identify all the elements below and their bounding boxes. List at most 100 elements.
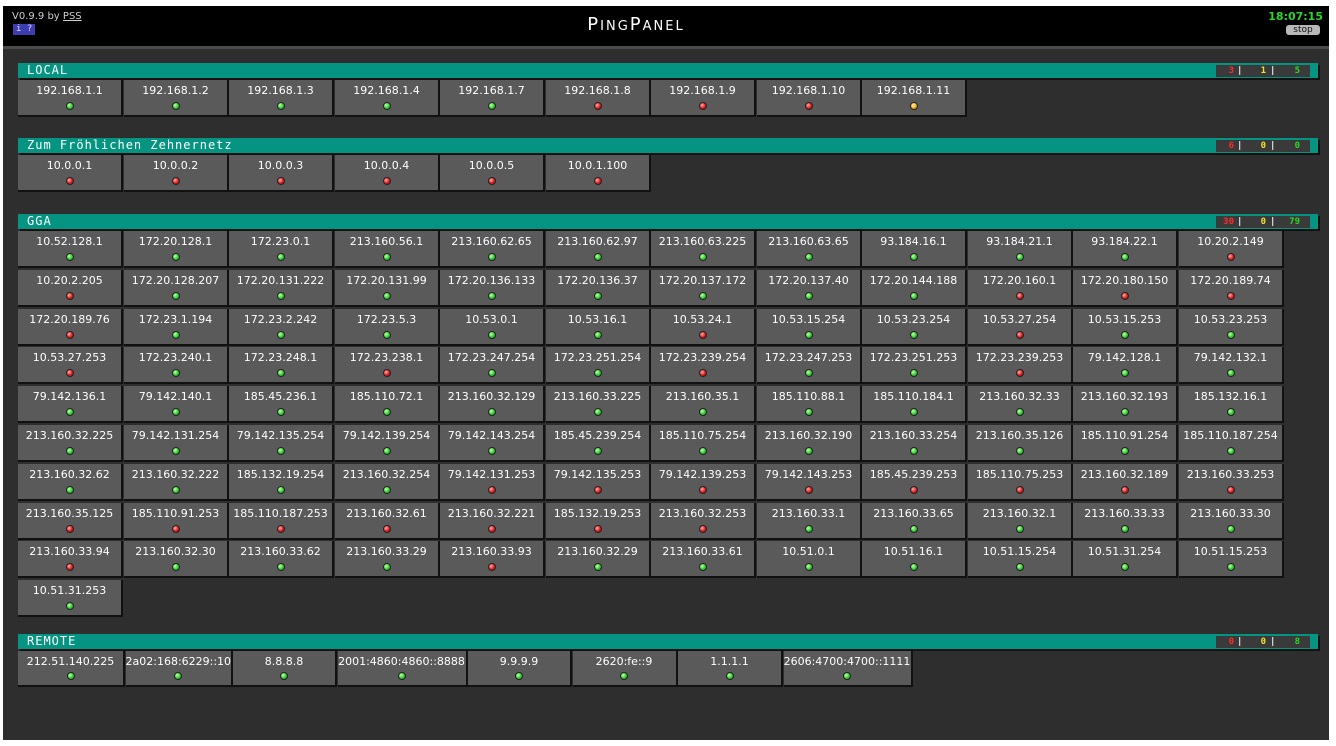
host-tile[interactable]: 79.142.139.254	[335, 425, 440, 463]
host-tile[interactable]: 213.160.32.225	[18, 425, 123, 463]
host-tile[interactable]: 213.160.33.33	[1073, 503, 1178, 541]
host-tile[interactable]: 172.23.2.242	[229, 309, 334, 347]
host-tile[interactable]: 185.110.88.1	[757, 386, 862, 424]
host-tile[interactable]: 10.52.128.1	[18, 231, 123, 269]
host-tile[interactable]: 79.142.135.253	[546, 464, 651, 502]
host-tile[interactable]: 213.160.33.62	[229, 541, 334, 579]
group-header[interactable]: Zum Fröhlichen Zehnernetz 6 0 0 | |	[18, 138, 1318, 153]
host-tile[interactable]: 192.168.1.2	[124, 80, 229, 118]
host-tile[interactable]: 2606:4700:4700::1111	[783, 651, 913, 687]
host-tile[interactable]: 10.53.27.254	[968, 309, 1073, 347]
host-tile[interactable]: 172.23.5.3	[335, 309, 440, 347]
host-tile[interactable]: 213.160.33.94	[18, 541, 123, 579]
host-tile[interactable]: 172.23.240.1	[124, 347, 229, 385]
host-tile[interactable]: 8.8.8.8	[233, 651, 337, 687]
host-tile[interactable]: 213.160.62.65	[440, 231, 545, 269]
host-tile[interactable]: 93.184.21.1	[968, 231, 1073, 269]
host-tile[interactable]: 172.20.180.150	[1073, 270, 1178, 308]
host-tile[interactable]: 185.132.19.254	[229, 464, 334, 502]
host-tile[interactable]: 172.23.239.254	[651, 347, 756, 385]
host-tile[interactable]: 172.23.248.1	[229, 347, 334, 385]
host-tile[interactable]: 172.20.189.76	[18, 309, 123, 347]
group-header[interactable]: LOCAL 3 1 5 | |	[18, 63, 1318, 78]
host-tile[interactable]: 213.160.33.30	[1179, 503, 1284, 541]
host-tile[interactable]: 172.23.0.1	[229, 231, 334, 269]
host-tile[interactable]: 213.160.32.33	[968, 386, 1073, 424]
host-tile[interactable]: 79.142.139.253	[651, 464, 756, 502]
host-tile[interactable]: 79.142.135.254	[229, 425, 334, 463]
host-tile[interactable]: 213.160.63.225	[651, 231, 756, 269]
host-tile[interactable]: 213.160.33.61	[651, 541, 756, 579]
host-tile[interactable]: 192.168.1.4	[335, 80, 440, 118]
host-tile[interactable]: 213.160.32.29	[546, 541, 651, 579]
host-tile[interactable]: 172.20.136.37	[546, 270, 651, 308]
host-tile[interactable]: 10.0.1.100	[546, 155, 651, 193]
host-tile[interactable]: 10.51.31.254	[1073, 541, 1178, 579]
host-tile[interactable]: 10.20.2.149	[1179, 231, 1284, 269]
host-tile[interactable]: 10.51.31.253	[18, 580, 123, 618]
host-tile[interactable]: 172.23.247.254	[440, 347, 545, 385]
host-tile[interactable]: 10.53.15.253	[1073, 309, 1178, 347]
host-tile[interactable]: 185.110.91.254	[1073, 425, 1178, 463]
host-tile[interactable]: 213.160.63.65	[757, 231, 862, 269]
host-tile[interactable]: 172.23.251.254	[546, 347, 651, 385]
host-tile[interactable]: 213.160.32.254	[335, 464, 440, 502]
scrollbar[interactable]	[1329, 0, 1336, 746]
host-tile[interactable]: 10.51.15.254	[968, 541, 1073, 579]
host-tile[interactable]: 10.51.0.1	[757, 541, 862, 579]
host-tile[interactable]: 213.160.33.29	[335, 541, 440, 579]
host-tile[interactable]: 185.110.187.254	[1179, 425, 1284, 463]
host-tile[interactable]: 172.23.251.253	[862, 347, 967, 385]
host-tile[interactable]: 213.160.35.1	[651, 386, 756, 424]
host-tile[interactable]: 213.160.32.221	[440, 503, 545, 541]
host-tile[interactable]: 185.45.236.1	[229, 386, 334, 424]
host-tile[interactable]: 185.45.239.254	[546, 425, 651, 463]
host-tile[interactable]: 213.160.33.1	[757, 503, 862, 541]
host-tile[interactable]: 172.20.189.74	[1179, 270, 1284, 308]
host-tile[interactable]: 185.132.19.253	[546, 503, 651, 541]
host-tile[interactable]: 79.142.131.254	[124, 425, 229, 463]
host-tile[interactable]: 10.53.27.253	[18, 347, 123, 385]
host-tile[interactable]: 213.160.32.61	[335, 503, 440, 541]
host-tile[interactable]: 93.184.16.1	[862, 231, 967, 269]
host-tile[interactable]: 79.142.131.253	[440, 464, 545, 502]
host-tile[interactable]: 172.23.1.194	[124, 309, 229, 347]
host-tile[interactable]: 213.160.33.225	[546, 386, 651, 424]
host-tile[interactable]: 213.160.32.190	[757, 425, 862, 463]
host-tile[interactable]: 172.20.137.172	[651, 270, 756, 308]
host-tile[interactable]: 192.168.1.7	[440, 80, 545, 118]
host-tile[interactable]: 172.20.136.133	[440, 270, 545, 308]
host-tile[interactable]: 79.142.132.1	[1179, 347, 1284, 385]
host-tile[interactable]: 10.53.0.1	[440, 309, 545, 347]
host-tile[interactable]: 79.142.136.1	[18, 386, 123, 424]
host-tile[interactable]: 10.0.0.5	[440, 155, 545, 193]
host-tile[interactable]: 10.51.16.1	[862, 541, 967, 579]
host-tile[interactable]: 213.160.33.93	[440, 541, 545, 579]
host-tile[interactable]: 10.53.23.254	[862, 309, 967, 347]
host-tile[interactable]: 172.20.128.1	[124, 231, 229, 269]
host-tile[interactable]: 213.160.62.97	[546, 231, 651, 269]
host-tile[interactable]: 10.20.2.205	[18, 270, 123, 308]
host-tile[interactable]: 213.160.32.189	[1073, 464, 1178, 502]
host-tile[interactable]: 213.160.33.254	[862, 425, 967, 463]
host-tile[interactable]: 2a02:168:6229::10	[125, 651, 233, 687]
host-tile[interactable]: 213.160.32.129	[440, 386, 545, 424]
host-tile[interactable]: 213.160.32.193	[1073, 386, 1178, 424]
host-tile[interactable]: 192.168.1.11	[862, 80, 967, 118]
host-tile[interactable]: 185.45.239.253	[862, 464, 967, 502]
stop-button[interactable]: stop	[1286, 25, 1320, 35]
host-tile[interactable]: 10.53.24.1	[651, 309, 756, 347]
host-tile[interactable]: 185.110.75.253	[968, 464, 1073, 502]
host-tile[interactable]: 10.0.0.3	[229, 155, 334, 193]
host-tile[interactable]: 79.142.143.253	[757, 464, 862, 502]
host-tile[interactable]: 9.9.9.9	[468, 651, 572, 687]
host-tile[interactable]: 10.53.16.1	[546, 309, 651, 347]
host-tile[interactable]: 192.168.1.9	[651, 80, 756, 118]
host-tile[interactable]: 213.160.32.222	[124, 464, 229, 502]
host-tile[interactable]: 10.51.15.253	[1179, 541, 1284, 579]
host-tile[interactable]: 172.20.160.1	[968, 270, 1073, 308]
host-tile[interactable]: 172.23.247.253	[757, 347, 862, 385]
host-tile[interactable]: 2620:fe::9	[572, 651, 678, 687]
host-tile[interactable]: 213.160.56.1	[335, 231, 440, 269]
group-header[interactable]: GGA 30 0 79 | |	[18, 214, 1318, 229]
